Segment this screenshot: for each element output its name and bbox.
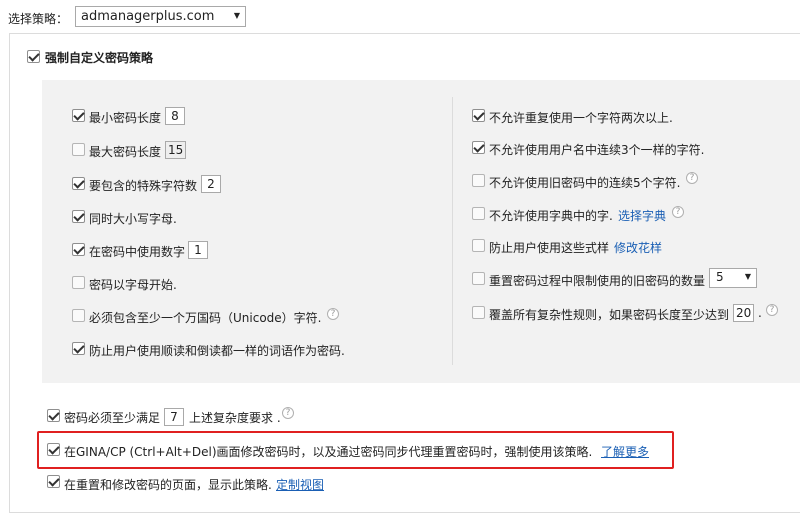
- enforce-label: 强制自定义密码策略: [45, 51, 154, 65]
- rule-special-chars-checkbox[interactable]: [72, 177, 85, 190]
- rule-mixed-case-label: 同时大小写字母.: [89, 212, 177, 226]
- chevron-down-icon: ▼: [744, 272, 751, 281]
- complexity-checkbox[interactable]: [47, 409, 60, 422]
- complexity-count-input[interactable]: 7: [164, 408, 184, 426]
- gina-checkbox[interactable]: [47, 443, 60, 456]
- select-dictionary-link[interactable]: 选择字典: [618, 207, 666, 224]
- rule-override-checkbox[interactable]: [472, 306, 485, 319]
- complexity-suffix: 上述复杂度要求 .: [189, 411, 281, 425]
- chevron-down-icon: ▼: [233, 11, 240, 20]
- rule-no-username-label: 不允许使用用户名中连续3个一样的字符.: [489, 143, 705, 157]
- help-circle-icon[interactable]: ?: [686, 172, 698, 184]
- display-policy-checkbox[interactable]: [47, 475, 60, 488]
- rule-patterns-checkbox[interactable]: [472, 239, 485, 252]
- rule-history-label: 重置密码过程中限制使用的旧密码的数量: [489, 274, 706, 288]
- rule-use-digits-label: 在密码中使用数字: [89, 245, 186, 259]
- rules-divider: [452, 97, 453, 365]
- help-circle-icon[interactable]: ?: [766, 304, 778, 316]
- rule-history-checkbox[interactable]: [472, 272, 485, 285]
- enforce-checkbox[interactable]: [27, 50, 40, 63]
- rule-no-old-password-checkbox[interactable]: [472, 174, 485, 187]
- override-suffix: .: [758, 306, 762, 320]
- rule-min-length-label: 最小密码长度: [89, 111, 162, 125]
- rule-no-dictionary-checkbox[interactable]: [472, 207, 485, 220]
- rule-mixed-case-checkbox[interactable]: [72, 210, 85, 223]
- help-circle-icon[interactable]: ?: [327, 308, 339, 320]
- rule-use-digits-checkbox[interactable]: [72, 243, 85, 256]
- complexity-prefix: 密码必须至少满足: [64, 411, 161, 425]
- edit-patterns-link[interactable]: 修改花样: [614, 239, 662, 256]
- rule-no-repeat-checkbox[interactable]: [472, 109, 485, 122]
- display-policy-label: 在重置和修改密码的页面，显示此策略.: [64, 478, 272, 492]
- rule-special-chars-label: 要包含的特殊字符数: [89, 179, 198, 193]
- rule-min-length-checkbox[interactable]: [72, 109, 85, 122]
- history-count-value: 5: [716, 270, 724, 284]
- rule-max-length-checkbox[interactable]: [72, 143, 85, 156]
- rule-max-length-label: 最大密码长度: [89, 145, 162, 159]
- rule-start-letter-checkbox[interactable]: [72, 276, 85, 289]
- history-count-select[interactable]: 5 ▼: [709, 268, 757, 288]
- policy-label: 选择策略：: [8, 12, 69, 26]
- override-length-input[interactable]: 20: [733, 304, 754, 322]
- customize-view-link[interactable]: 定制视图: [276, 476, 324, 493]
- rule-no-repeat-label: 不允许重复使用一个字符两次以上.: [489, 111, 673, 125]
- rule-unicode-label: 必须包含至少一个万国码（Unicode）字符.: [89, 311, 322, 325]
- max-length-input[interactable]: 15: [165, 141, 186, 159]
- rule-no-old-password-label: 不允许使用旧密码中的连续5个字符.: [489, 176, 681, 190]
- rule-override-label: 覆盖所有复杂性规则，如果密码长度至少达到: [489, 308, 730, 322]
- help-circle-icon[interactable]: ?: [672, 206, 684, 218]
- policy-select[interactable]: admanagerplus.com ▼: [75, 6, 246, 27]
- special-chars-input[interactable]: 2: [201, 175, 221, 193]
- rule-start-letter-label: 密码以字母开始.: [89, 278, 177, 292]
- rule-palindrome-checkbox[interactable]: [72, 342, 85, 355]
- rule-unicode-checkbox[interactable]: [72, 309, 85, 322]
- rule-palindrome-label: 防止用户使用顺读和倒读都一样的词语作为密码.: [89, 344, 345, 358]
- policy-select-value: admanagerplus.com: [81, 9, 215, 24]
- min-length-input[interactable]: 8: [165, 107, 185, 125]
- rule-no-dictionary-label: 不允许使用字典中的字.: [489, 209, 613, 223]
- rule-patterns-label: 防止用户使用这些式样: [489, 241, 610, 255]
- rule-no-username-checkbox[interactable]: [472, 141, 485, 154]
- help-circle-icon[interactable]: ?: [282, 407, 294, 419]
- gina-label: 在GINA/CP (Ctrl+Alt+Del)画面修改密码时，以及通过密码同步代…: [64, 445, 593, 459]
- digits-input[interactable]: 1: [188, 241, 208, 259]
- learn-more-link[interactable]: 了解更多: [601, 443, 649, 460]
